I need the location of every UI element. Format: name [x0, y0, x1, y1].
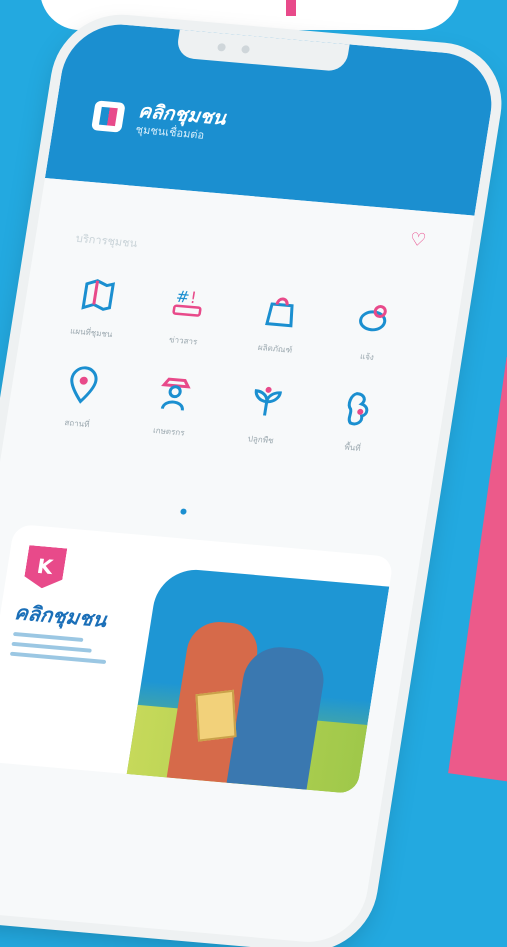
service-item-map[interactable]: แผนที่ชุมชน — [45, 269, 147, 342]
banner-title: คลิกชุมชน — [12, 600, 109, 632]
service-item-area[interactable]: พื้นที่ — [306, 384, 408, 457]
banner-line — [9, 651, 107, 665]
location-pin-icon — [58, 362, 109, 409]
heart-icon[interactable]: ♡ — [408, 229, 429, 251]
service-grid: แผนที่ชุมชน #! ข่าวสาร ผลิตภัณฑ์ แจ้ง สถ… — [30, 269, 434, 458]
service-label: แผนที่ชุมชน — [69, 326, 114, 340]
banner-badge: K — [23, 545, 68, 590]
svg-text:!: ! — [189, 288, 198, 307]
service-item-news[interactable]: #! ข่าวสาร — [136, 277, 238, 350]
hashtag-icon: #! — [164, 279, 215, 326]
service-label: สถานที่ — [63, 418, 91, 430]
page-indicator[interactable] — [180, 508, 187, 515]
sprout-icon — [241, 378, 292, 425]
pink-stripe — [448, 357, 507, 783]
top-pink-mark — [286, 0, 296, 16]
banner-line — [12, 631, 84, 642]
farmer-icon — [149, 370, 200, 417]
service-label: ข่าวสาร — [168, 335, 198, 347]
service-label: พื้นที่ — [343, 442, 362, 453]
home-content: ♡ บริการชุมชน แผนที่ชุมชน #! ข่าวสาร ผลิ… — [0, 178, 475, 947]
service-item-products[interactable]: ผลิตภัณฑ์ — [228, 285, 330, 358]
tablet-device — [195, 689, 237, 742]
bag-icon — [256, 287, 307, 334]
phone-mockup: คลิกชุมชน ชุมชนเชื่อมต่อ ♡ บริการชุมชน แ… — [0, 20, 500, 947]
section-label: บริการชุมชน — [74, 231, 139, 251]
region-map-icon — [333, 386, 384, 433]
service-label: เกษตรกร — [152, 425, 186, 438]
service-item-planting[interactable]: ปลูกพืช — [214, 376, 316, 449]
banner-line — [11, 641, 92, 653]
service-item-farmer[interactable]: เกษตรกร — [122, 368, 224, 441]
map-icon — [72, 271, 123, 318]
service-label: ปลูกพืช — [247, 434, 275, 446]
service-item-place[interactable]: สถานที่ — [30, 360, 132, 433]
service-label: ผลิตภัณฑ์ — [257, 342, 293, 355]
bug-icon — [348, 295, 399, 342]
promo-banner[interactable]: K คลิกชุมชน — [0, 523, 394, 795]
service-label: แจ้ง — [359, 351, 375, 362]
service-item-report[interactable]: แจ้ง — [320, 293, 422, 366]
app-logo — [91, 100, 126, 133]
banner-photo — [126, 566, 390, 795]
